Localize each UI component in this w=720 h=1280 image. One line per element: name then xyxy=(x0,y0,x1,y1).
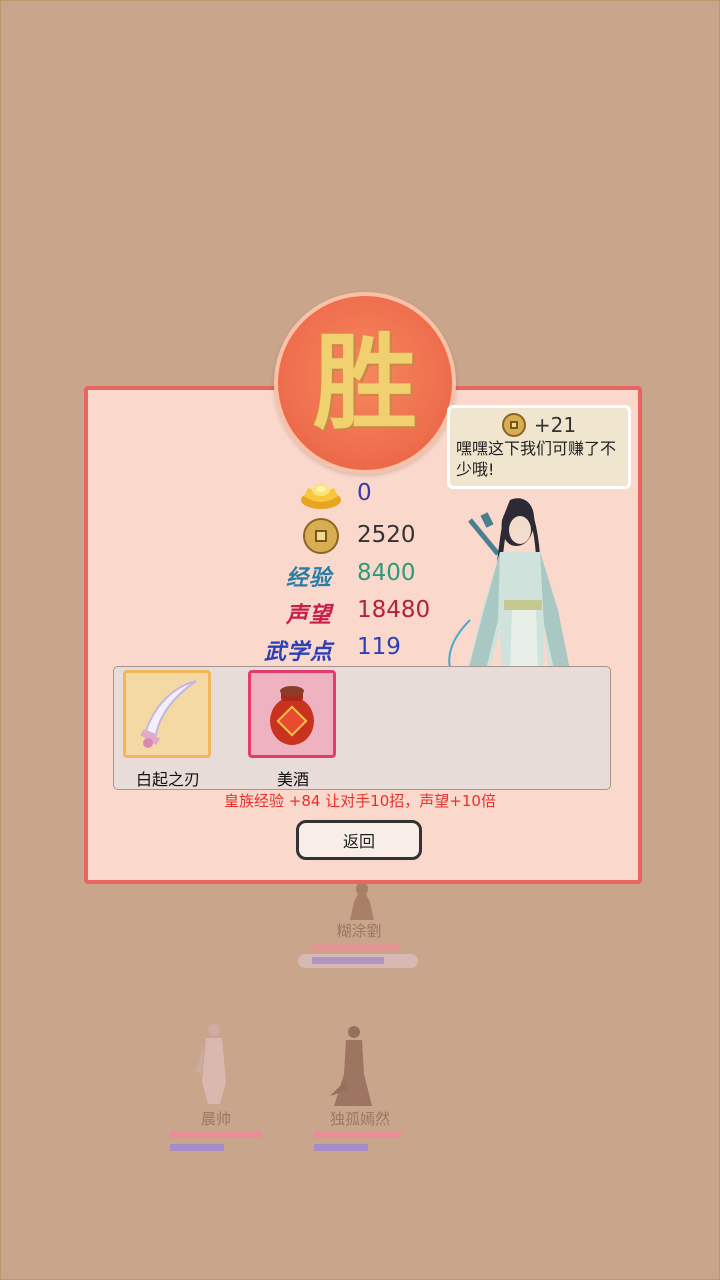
saber-icon xyxy=(140,680,197,748)
mp-bar xyxy=(314,1144,368,1151)
fame-value: 18480 xyxy=(357,597,431,623)
unit-silhouette-icon xyxy=(350,882,374,920)
speech-bubble: +21 嘿嘿这下我们可赚了不少哦! xyxy=(447,405,631,489)
hp-bar xyxy=(314,1131,402,1138)
exp-value: 8400 xyxy=(357,560,416,586)
back-button[interactable]: 返回 xyxy=(296,820,422,860)
item-name-wine: 美酒 xyxy=(276,770,309,789)
item-name-saber: 白起之刃 xyxy=(135,770,200,789)
coin-value: 2520 xyxy=(357,522,416,548)
item-slot-wine[interactable] xyxy=(248,670,336,758)
gold-ingot-icon xyxy=(301,484,341,509)
copper-coin-icon xyxy=(303,518,339,554)
unit-name: 独孤嫣然 xyxy=(329,1110,390,1128)
victory-glyph: 胜 xyxy=(312,321,417,444)
wine-jar-icon xyxy=(270,686,314,745)
unit-silhouette-icon xyxy=(196,1024,226,1104)
hp-bar xyxy=(312,944,400,951)
fame-label: 声望 xyxy=(286,602,333,628)
exp-label: 经验 xyxy=(286,565,333,591)
item-slot-saber[interactable] xyxy=(123,670,211,758)
mp-bar xyxy=(170,1144,224,1151)
victory-badge: 胜 xyxy=(274,292,456,474)
speech-coin-amount: +21 xyxy=(533,413,577,437)
unit-silhouette-icon xyxy=(330,1026,372,1106)
ingot-value: 0 xyxy=(357,480,372,506)
copper-coin-icon xyxy=(501,413,526,437)
martial-value: 119 xyxy=(357,634,401,660)
unit-name: 晨帅 xyxy=(200,1110,231,1128)
hp-bar xyxy=(170,1131,262,1138)
unit-name: 糊涂劉 xyxy=(336,922,382,940)
speech-text: 嘿嘿这下我们可赚了不少哦! xyxy=(456,439,617,479)
martial-label: 武学点 xyxy=(264,639,334,665)
bonus-description: 皇族经验 +84 让对手10招，声望+10倍 xyxy=(224,792,496,810)
mp-bar xyxy=(312,957,384,964)
